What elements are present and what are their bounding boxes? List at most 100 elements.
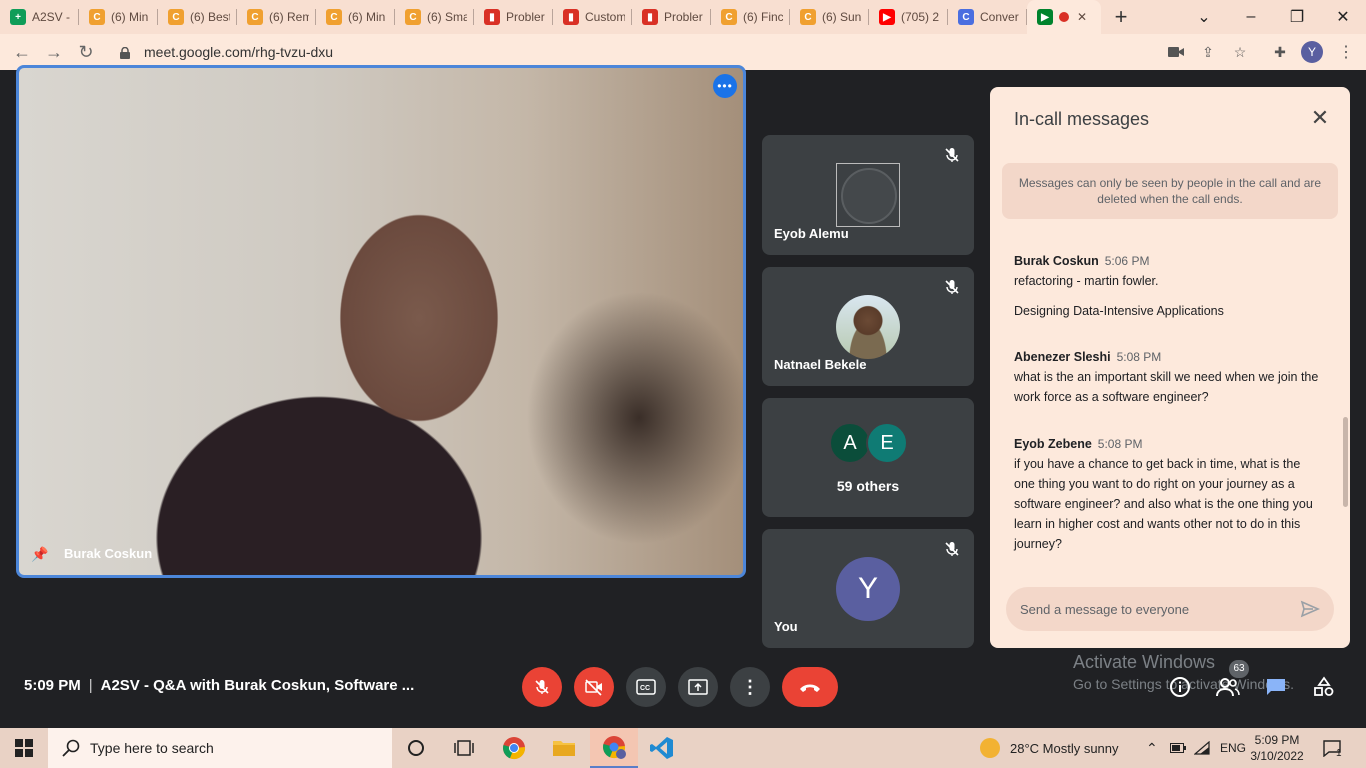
browser-tab[interactable]: + A2SV -	[0, 0, 79, 34]
others-count: 59 others	[836, 478, 900, 494]
clock-time: 5:09 PM	[1254, 733, 1300, 747]
browser-tab[interactable]: C (6) Min	[79, 0, 158, 34]
close-window-button[interactable]: ✕	[1320, 0, 1366, 34]
forward-button[interactable]: →	[38, 36, 70, 68]
meeting-info: 5:09 PM | A2SV - Q&A with Burak Coskun, So…	[24, 677, 415, 694]
camera-toggle-button[interactable]	[574, 667, 614, 707]
present-button[interactable]	[678, 667, 718, 707]
meeting-details-icon[interactable]	[1168, 675, 1192, 699]
browser-tab[interactable]: C (6) Sma	[395, 0, 474, 34]
tab-title: (6) Sma	[427, 10, 467, 24]
tab-favicon-icon: C	[958, 9, 974, 25]
people-count-badge: 63	[1229, 660, 1249, 678]
more-options-icon[interactable]: •••	[713, 74, 737, 98]
bookmark-star-icon[interactable]: ☆	[1224, 34, 1256, 70]
chat-notice: Messages can only be seen by people in t…	[1002, 163, 1338, 219]
tab-favicon-icon: ▮	[484, 9, 500, 25]
participant-tile-self[interactable]: Y You	[762, 529, 974, 648]
svg-text:CC: CC	[640, 685, 650, 692]
extensions-icon[interactable]: ✚	[1264, 34, 1296, 70]
browser-tab[interactable]: C (6) Best	[158, 0, 237, 34]
participant-tile-2[interactable]: Natnael Bekele	[762, 267, 974, 386]
chat-scrollbar[interactable]	[1343, 417, 1348, 507]
participant-name: Natnael Bekele	[774, 357, 867, 372]
close-icon[interactable]: ✕	[1308, 107, 1332, 131]
chat-icon[interactable]	[1264, 675, 1288, 699]
tab-title: Conver	[980, 10, 1019, 24]
language-indicator[interactable]: ENG	[1220, 728, 1246, 768]
tab-favicon-icon: ▶	[879, 9, 895, 25]
weather-widget[interactable]: 28°C Mostly sunny	[980, 728, 1119, 768]
participant-name: You	[774, 619, 798, 634]
participant-tile-others[interactable]: A E 59 others	[762, 398, 974, 517]
back-button[interactable]: ←	[6, 36, 38, 68]
tab-favicon-icon: ▮	[563, 9, 579, 25]
chrome-profile-taskbar-icon[interactable]	[590, 728, 638, 768]
captions-button[interactable]: CC	[626, 667, 666, 707]
people-icon[interactable]	[1216, 675, 1240, 699]
message-sender: Eyob Zebene	[1014, 437, 1092, 451]
cortana-icon[interactable]	[392, 728, 440, 768]
tab-favicon-icon: C	[168, 9, 184, 25]
file-explorer-icon[interactable]	[540, 728, 588, 768]
reload-button[interactable]: ↻	[70, 36, 102, 68]
clock-date: 3/10/2022	[1250, 749, 1304, 763]
meeting-title: A2SV - Q&A with Burak Coskun, Software .…	[100, 677, 415, 694]
more-options-button[interactable]: ⋮	[730, 667, 770, 707]
recording-icon	[1059, 12, 1069, 22]
browser-menu-icon[interactable]: ⋮	[1330, 34, 1362, 70]
close-tab-icon[interactable]: ✕	[1077, 10, 1087, 24]
browser-tab[interactable]: C (6) Sun	[790, 0, 869, 34]
mic-toggle-button[interactable]	[522, 667, 562, 707]
browser-tab[interactable]: ▮ Probler	[474, 0, 553, 34]
vscode-icon[interactable]	[638, 728, 686, 768]
browser-tab[interactable]: ▮ Custom	[553, 0, 632, 34]
mic-off-icon	[944, 279, 960, 295]
chrome-icon[interactable]	[490, 728, 538, 768]
leave-call-button[interactable]	[782, 667, 838, 707]
tab-title: (6) Min	[348, 10, 386, 24]
lock-icon	[120, 46, 130, 59]
minimize-button[interactable]: –	[1228, 0, 1274, 34]
pin-icon[interactable]: 📌	[31, 546, 48, 563]
windows-taskbar: Type here to search 28°C Mostly sunny ⌃ …	[0, 728, 1366, 768]
browser-tab[interactable]: C (6) Rem	[237, 0, 316, 34]
wifi-icon[interactable]	[1194, 728, 1210, 768]
tab-title: (705) 2	[901, 10, 940, 24]
windows-start-icon[interactable]	[0, 728, 48, 768]
maximize-button[interactable]: ❐	[1274, 0, 1320, 34]
browser-tab[interactable]: ▮ Probler	[632, 0, 711, 34]
main-video-tile[interactable]: ••• 📌 Burak Coskun	[16, 65, 746, 578]
participant-tile-1[interactable]: Eyob Alemu	[762, 135, 974, 255]
chat-message-input[interactable]: Send a message to everyone	[1006, 587, 1334, 631]
send-icon[interactable]	[1300, 599, 1320, 619]
task-view-icon[interactable]	[440, 728, 488, 768]
notification-count: 1	[1336, 747, 1342, 759]
camera-icon[interactable]	[1160, 34, 1192, 70]
chat-panel: In-call messages ✕ Messages can only be …	[990, 87, 1350, 648]
omnibox[interactable]: meet.google.com/rhg-tvzu-dxu	[106, 37, 1266, 67]
profile-avatar[interactable]: Y	[1296, 34, 1328, 70]
tab-favicon-icon: +	[10, 9, 26, 25]
tab-favicon-icon: C	[405, 9, 421, 25]
avatar	[836, 295, 900, 359]
browser-tab[interactable]: C (6) Finc	[711, 0, 790, 34]
browser-tab[interactable]: C (6) Min	[316, 0, 395, 34]
tray-overflow-icon[interactable]: ⌃	[1146, 728, 1158, 768]
activities-icon[interactable]	[1312, 675, 1336, 699]
tab-favicon-icon: ▮	[642, 9, 658, 25]
browser-tab[interactable]: C Conver	[948, 0, 1027, 34]
system-clock[interactable]: 5:09 PM 3/10/2022	[1250, 728, 1304, 768]
new-tab-button[interactable]: +	[1101, 4, 1141, 30]
message-sender: Burak Coskun	[1014, 254, 1099, 268]
meeting-time: 5:09 PM	[24, 677, 81, 694]
search-placeholder: Type here to search	[90, 740, 214, 756]
browser-tab[interactable]: ▶ (705) 2	[869, 0, 948, 34]
notification-center-icon[interactable]: 1	[1322, 728, 1342, 768]
taskbar-search-box[interactable]: Type here to search	[48, 728, 392, 768]
share-icon[interactable]: ⇪	[1192, 34, 1224, 70]
tab-search-button[interactable]: ⌄	[1181, 0, 1227, 34]
tab-active-meet[interactable]: ▶ ✕	[1027, 0, 1101, 34]
weather-sun-icon	[980, 738, 1000, 758]
battery-icon[interactable]	[1170, 728, 1186, 768]
